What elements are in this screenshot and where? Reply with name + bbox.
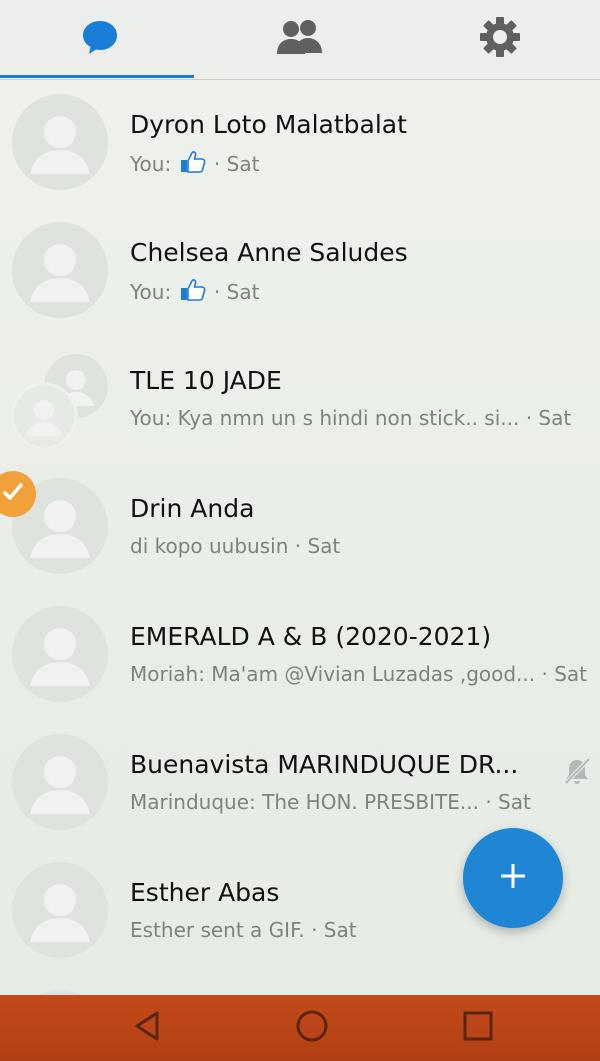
conversation-row[interactable]: Chelsea Anne Saludes You: · Sat	[0, 208, 600, 336]
active-tab-indicator	[0, 75, 194, 78]
avatar	[12, 94, 108, 190]
conversation-snippet: di kopo uubusin · Sat	[130, 534, 340, 558]
home-button[interactable]	[282, 1005, 342, 1051]
avatar	[12, 862, 108, 958]
thumbs-up-icon	[180, 150, 206, 179]
people-icon	[275, 17, 325, 61]
back-triangle-icon	[131, 1009, 165, 1047]
thumbs-up-icon	[180, 278, 206, 307]
tab-messages[interactable]	[0, 0, 200, 78]
conversation-snippet: You: · Sat	[130, 150, 259, 179]
conversation-name: Chelsea Anne Saludes	[130, 238, 408, 267]
new-message-button[interactable]	[463, 828, 563, 928]
conversation-name: EMERALD A & B (2020-2021)	[130, 622, 492, 651]
conversation-snippet: You: · Sat	[130, 278, 259, 307]
snippet-message: You: Kya nmn un s hindi non stick.. si..…	[130, 406, 520, 430]
avatar	[12, 734, 108, 830]
snippet-prefix: You:	[130, 280, 178, 304]
recents-square-icon	[461, 1009, 495, 1047]
conversation-row[interactable]: Dyron Loto Malatbalat You: · Sat	[0, 80, 600, 208]
avatar	[12, 606, 108, 702]
conversation-snippet: Moriah: Ma'am @Vivian Luzadas ,good... ·…	[130, 662, 587, 686]
conversation-name: Buenavista MARINDUQUE DR...	[130, 750, 519, 779]
check-icon	[2, 481, 24, 507]
snippet-time: · Sat	[207, 152, 260, 176]
snippet-time: · Sat	[535, 662, 588, 686]
conversation-row[interactable]: TLE 10 JADE You: Kya nmn un s hindi non …	[0, 336, 600, 464]
conversation-name: Dyron Loto Malatbalat	[130, 110, 407, 139]
tab-settings[interactable]	[400, 0, 600, 78]
top-tab-bar	[0, 0, 600, 80]
conversation-name: TLE 10 JADE	[130, 366, 282, 395]
snippet-message: Marinduque: The HON. PRESBITE...	[130, 790, 479, 814]
gear-icon	[479, 16, 521, 62]
conversation-snippet: You: Kya nmn un s hindi non stick.. si..…	[130, 406, 571, 430]
snippet-prefix: You:	[130, 152, 178, 176]
snippet-time: · Sat	[304, 918, 357, 942]
system-navigation-bar	[0, 995, 600, 1061]
avatar	[12, 222, 108, 318]
chat-bubble-icon	[80, 17, 120, 61]
muted-bell-icon	[562, 756, 592, 790]
snippet-time: · Sat	[519, 406, 572, 430]
recents-button[interactable]	[448, 1005, 508, 1051]
snippet-time: · Sat	[207, 280, 260, 304]
snippet-time: · Sat	[288, 534, 341, 558]
conversation-name: Drin Anda	[130, 494, 255, 523]
conversation-snippet: Marinduque: The HON. PRESBITE... · Sat	[130, 790, 531, 814]
snippet-message: Esther sent a GIF.	[130, 918, 305, 942]
conversation-row[interactable]: Drin Anda di kopo uubusin · Sat	[0, 464, 600, 592]
back-button[interactable]	[118, 1005, 178, 1051]
group-avatar	[12, 350, 108, 446]
conversation-snippet: Esther sent a GIF. · Sat	[130, 918, 357, 942]
home-circle-icon	[295, 1009, 329, 1047]
plus-icon	[498, 861, 528, 895]
conversation-row[interactable]	[0, 976, 600, 995]
snippet-message: Moriah: Ma'am @Vivian Luzadas ,good...	[130, 662, 536, 686]
conversation-row[interactable]: EMERALD A & B (2020-2021) Moriah: Ma'am …	[0, 592, 600, 720]
conversation-name: Esther Abas	[130, 878, 280, 907]
tab-people[interactable]	[200, 0, 400, 78]
snippet-time: · Sat	[478, 790, 531, 814]
snippet-message: di kopo uubusin	[130, 534, 289, 558]
